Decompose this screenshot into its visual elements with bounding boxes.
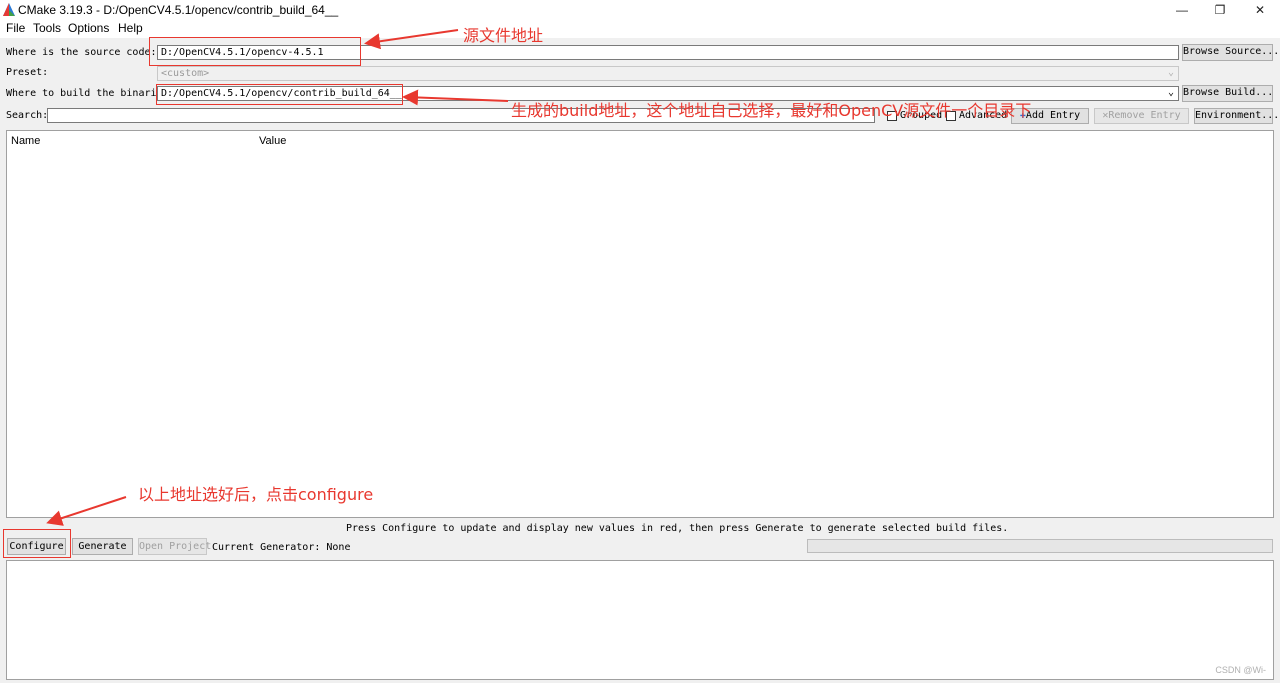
annotation-build: 生成的build地址，这个地址自己选择，最好和OpenCV源文件一个目录下 <box>511 101 1032 120</box>
watermark: CSDN @Wi- <box>1215 665 1266 675</box>
annotation-configure: 以上地址选好后，点击configure <box>138 485 374 504</box>
arrow-to-binaries <box>402 89 509 106</box>
arrow-to-source <box>364 29 459 50</box>
annotation-source: 源文件地址 <box>463 26 544 45</box>
arrow-to-configure <box>46 496 127 526</box>
